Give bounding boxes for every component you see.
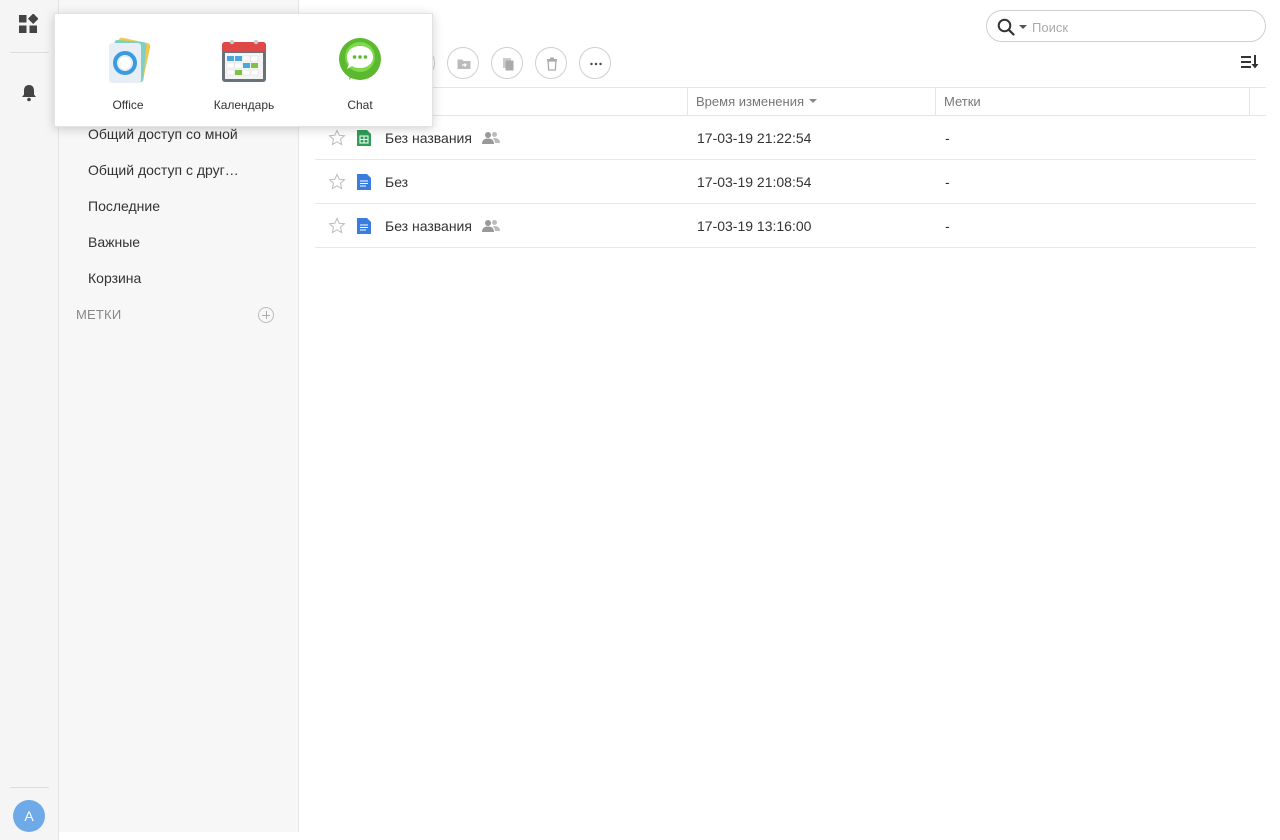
app-rail: A bbox=[0, 0, 59, 840]
file-tags: - bbox=[945, 174, 950, 190]
rail-divider bbox=[10, 787, 49, 788]
file-name[interactable]: Без названия bbox=[385, 218, 472, 234]
spreadsheet-file-icon bbox=[357, 130, 371, 146]
sidebar-item-shared-with-me[interactable]: Общий доступ со мной bbox=[88, 126, 238, 142]
sidebar-item-trash[interactable]: Корзина bbox=[88, 270, 141, 286]
column-header-tags[interactable]: Метки bbox=[935, 88, 1249, 116]
app-launcher-popup: Office Календарь Chat bbox=[54, 13, 433, 127]
column-header-modified[interactable]: Время изменения bbox=[687, 88, 935, 116]
modified-time: 17-03-19 21:22:54 bbox=[697, 130, 812, 146]
trash-icon bbox=[547, 57, 557, 71]
sidebar-item-starred[interactable]: Важные bbox=[88, 234, 140, 250]
chat-icon bbox=[335, 36, 385, 86]
rail-divider bbox=[10, 52, 49, 53]
column-header-modified-label: Время изменения bbox=[696, 94, 804, 109]
move-button[interactable] bbox=[447, 47, 479, 79]
table-row[interactable]: Без 17-03-19 21:08:54 - bbox=[315, 160, 1256, 204]
more-actions-button[interactable] bbox=[579, 47, 611, 79]
shared-users-icon bbox=[482, 219, 500, 233]
delete-button[interactable] bbox=[535, 47, 567, 79]
document-file-icon bbox=[357, 174, 371, 190]
add-tag-icon[interactable] bbox=[258, 307, 274, 323]
apps-grid-icon[interactable] bbox=[18, 13, 39, 34]
file-name[interactable]: Без bbox=[385, 174, 408, 190]
table-row[interactable]: Без названия 17-03-19 21:22:54 - bbox=[315, 116, 1256, 160]
document-file-icon bbox=[357, 218, 371, 234]
ellipsis-icon bbox=[590, 62, 602, 66]
sort-caret-icon bbox=[809, 98, 817, 103]
launcher-app-chat[interactable]: Chat bbox=[315, 36, 405, 112]
sort-order-icon[interactable] bbox=[1240, 53, 1260, 71]
folder-move-icon bbox=[457, 59, 471, 69]
bell-icon[interactable] bbox=[20, 83, 38, 103]
launcher-app-calendar[interactable]: Календарь bbox=[199, 36, 289, 112]
office-icon bbox=[103, 36, 153, 86]
sidebar-item-shared-with-others[interactable]: Общий доступ с друг… bbox=[88, 162, 239, 178]
file-tags: - bbox=[945, 130, 950, 146]
star-icon[interactable] bbox=[328, 173, 346, 191]
calendar-icon bbox=[219, 36, 269, 86]
copy-icon bbox=[503, 58, 514, 71]
file-name[interactable]: Без названия bbox=[385, 130, 472, 146]
avatar[interactable]: A bbox=[13, 800, 45, 832]
column-header-spacer bbox=[1249, 88, 1266, 116]
modified-time: 17-03-19 21:08:54 bbox=[697, 174, 812, 190]
shared-users-icon bbox=[482, 131, 500, 145]
copy-button[interactable] bbox=[491, 47, 523, 79]
search-box[interactable] bbox=[986, 10, 1266, 42]
star-icon[interactable] bbox=[328, 217, 346, 235]
star-icon[interactable] bbox=[328, 129, 346, 147]
modified-time: 17-03-19 13:16:00 bbox=[697, 218, 812, 234]
launcher-app-office[interactable]: Office bbox=[83, 36, 173, 112]
launcher-app-label: Office bbox=[112, 98, 144, 112]
search-filter-caret-icon[interactable] bbox=[1019, 25, 1027, 29]
file-tags: - bbox=[945, 218, 950, 234]
search-input[interactable] bbox=[1032, 17, 1252, 37]
search-icon[interactable] bbox=[997, 18, 1015, 36]
tags-section-label: МЕТКИ bbox=[76, 307, 122, 322]
launcher-app-label: Календарь bbox=[213, 98, 275, 112]
launcher-app-label: Chat bbox=[347, 98, 373, 112]
table-row[interactable]: Без названия 17-03-19 13:16:00 - bbox=[315, 204, 1256, 248]
table-header: Время изменения Метки bbox=[315, 87, 1266, 116]
sidebar-item-recent[interactable]: Последние bbox=[88, 198, 160, 214]
